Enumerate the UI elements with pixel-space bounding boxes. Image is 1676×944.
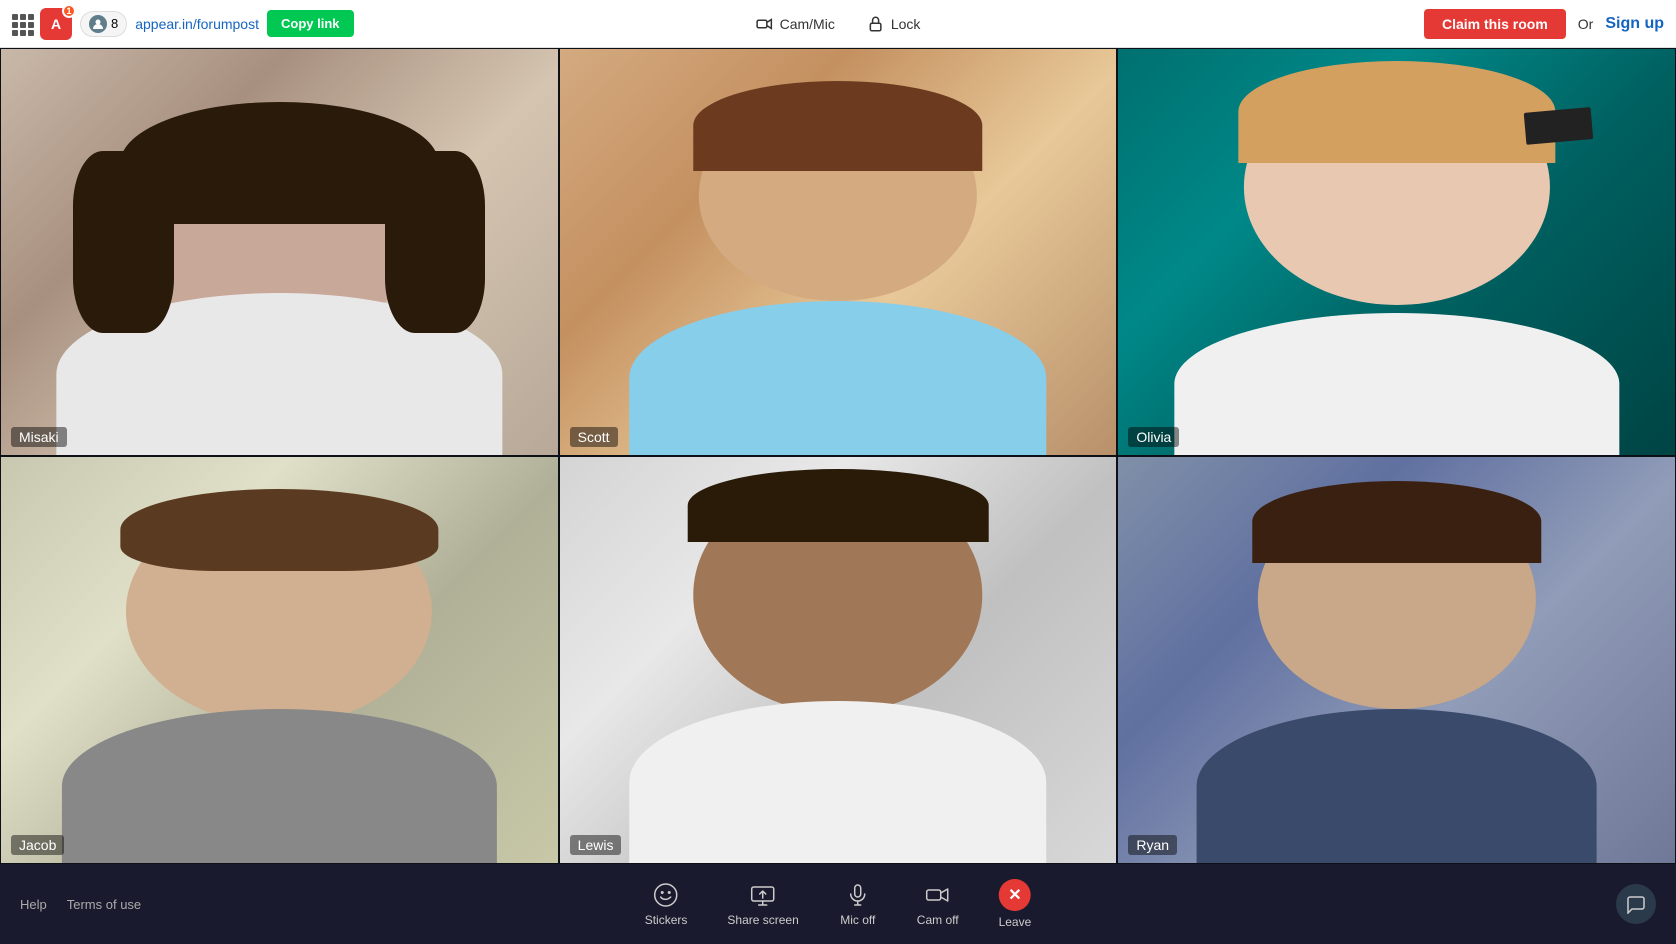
lock-label: Lock [891, 16, 921, 32]
mic-off-button[interactable]: Mic off [823, 873, 893, 935]
grid-icon[interactable] [12, 14, 32, 34]
bottom-bar: Help Terms of use Stickers [0, 864, 1676, 944]
user-count-badge[interactable]: 8 [80, 11, 127, 37]
avatar-icon [89, 15, 107, 33]
participant-photo-olivia [1118, 49, 1675, 455]
leave-icon: ✕ [999, 879, 1031, 911]
user-count-number: 8 [111, 16, 118, 31]
app-badge[interactable]: A 1 [40, 8, 72, 40]
or-text: Or [1578, 16, 1594, 32]
nav-center: Cam/Mic Lock [756, 15, 921, 33]
video-cell-olivia: Olivia [1117, 48, 1676, 456]
participant-name-scott: Scott [570, 427, 618, 447]
video-cell-ryan: Ryan [1117, 456, 1676, 864]
video-cell-misaki: Misaki [0, 48, 559, 456]
stickers-button[interactable]: Stickers [629, 873, 704, 935]
participant-photo-scott [560, 49, 1117, 455]
lock-button[interactable]: Lock [867, 15, 921, 33]
stickers-label: Stickers [645, 913, 688, 927]
video-cell-scott: Scott [559, 48, 1118, 456]
lock-icon [867, 15, 885, 33]
footer-links: Help Terms of use [20, 897, 141, 912]
toolbar: Stickers Share screen Mic [629, 871, 1048, 937]
participant-name-olivia: Olivia [1128, 427, 1179, 447]
participant-photo-jacob [1, 457, 558, 863]
participant-name-misaki: Misaki [11, 427, 67, 447]
participant-name-jacob: Jacob [11, 835, 64, 855]
nav-left: A 1 8 appear.in/forumpost Copy link [12, 8, 354, 40]
chat-area [1616, 884, 1656, 924]
top-nav: A 1 8 appear.in/forumpost Copy link Cam/… [0, 0, 1676, 48]
help-link[interactable]: Help [20, 897, 47, 912]
chat-button[interactable] [1616, 884, 1656, 924]
video-cell-jacob: Jacob [0, 456, 559, 864]
mic-off-label: Mic off [840, 913, 875, 927]
video-cell-lewis: Lewis [559, 456, 1118, 864]
share-screen-icon [749, 881, 777, 909]
claim-room-button[interactable]: Claim this room [1424, 9, 1566, 39]
stickers-icon [652, 881, 680, 909]
cam-mic-label: Cam/Mic [780, 16, 835, 32]
share-screen-button[interactable]: Share screen [711, 873, 814, 935]
app-label: A [51, 16, 61, 32]
participant-photo-ryan [1118, 457, 1675, 863]
cam-mic-icon [756, 15, 774, 33]
video-grid: Misaki Scott Olivia Jacob [0, 48, 1676, 864]
sign-up-link[interactable]: Sign up [1605, 15, 1664, 33]
nav-right: Claim this room Or Sign up [1424, 9, 1664, 39]
participant-name-lewis: Lewis [570, 835, 622, 855]
leave-button[interactable]: ✕ Leave [983, 871, 1048, 937]
participant-name-ryan: Ryan [1128, 835, 1177, 855]
cam-mic-button[interactable]: Cam/Mic [756, 15, 835, 33]
copy-link-button[interactable]: Copy link [267, 10, 354, 37]
leave-label: Leave [999, 915, 1032, 929]
mic-icon [844, 881, 872, 909]
share-screen-label: Share screen [727, 913, 798, 927]
cam-off-label: Cam off [917, 913, 959, 927]
room-url-link[interactable]: appear.in/forumpost [135, 16, 259, 32]
cam-off-button[interactable]: Cam off [901, 873, 975, 935]
participant-photo-lewis [560, 457, 1117, 863]
app-notification-badge: 1 [62, 4, 76, 18]
cam-icon [924, 881, 952, 909]
terms-link[interactable]: Terms of use [67, 897, 141, 912]
participant-photo-misaki [1, 49, 558, 455]
